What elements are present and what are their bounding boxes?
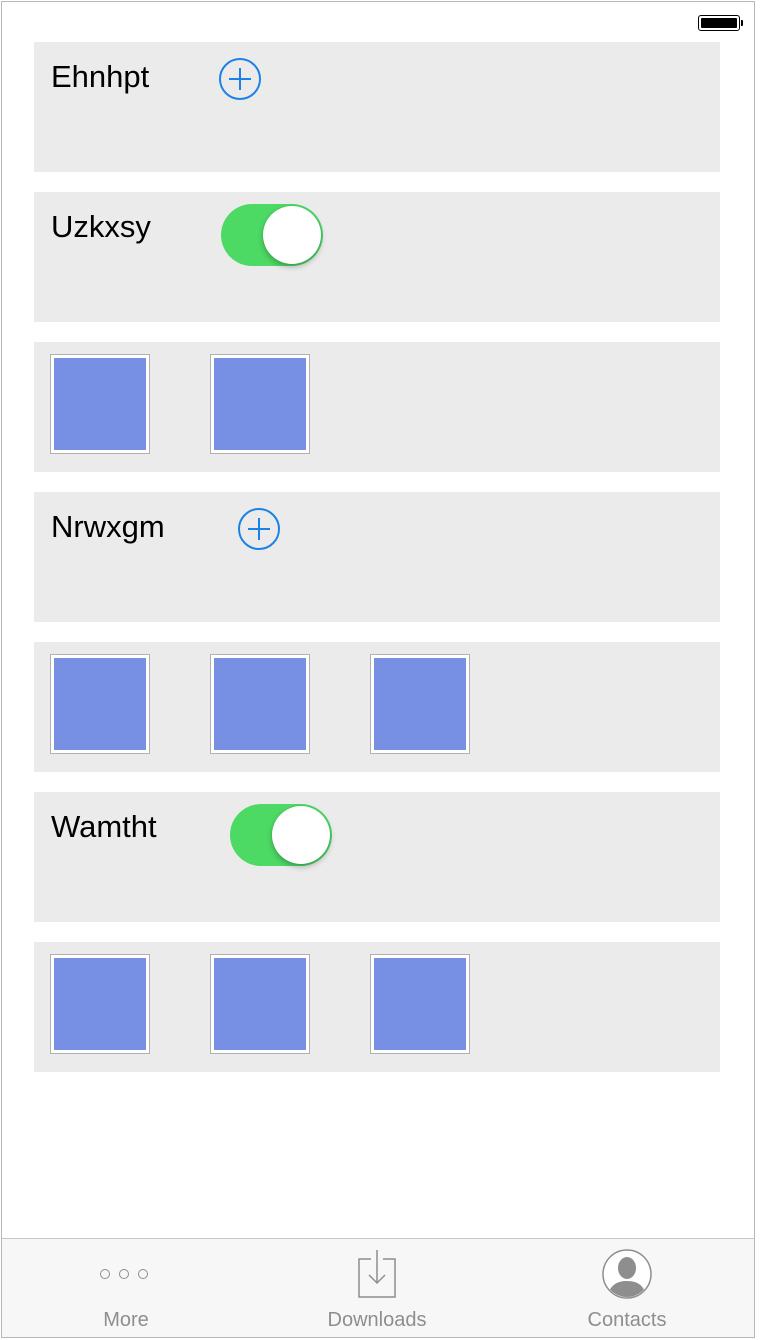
tab-bar: More Downloads Contacts <box>2 1238 754 1337</box>
row-uzkxsy: Uzkxsy <box>34 192 720 322</box>
thumbnail-image[interactable] <box>370 654 470 754</box>
tab-contacts[interactable]: Contacts <box>527 1239 727 1337</box>
row-label: Wamtht <box>51 809 157 844</box>
row-thumbnails <box>34 942 720 1072</box>
thumbnail-image[interactable] <box>210 354 310 454</box>
contact-icon <box>602 1249 652 1299</box>
app-screen: Ehnhpt Uzkxsy Nrwxgm Wamtht More Downloa… <box>1 1 755 1338</box>
thumbnail-image[interactable] <box>50 654 150 754</box>
add-circle-icon[interactable] <box>238 508 280 550</box>
row-thumbnails <box>34 642 720 772</box>
row-label: Uzkxsy <box>51 209 151 244</box>
add-circle-icon[interactable] <box>219 58 261 100</box>
more-icon <box>98 1267 154 1281</box>
tab-more[interactable]: More <box>26 1239 226 1337</box>
toggle-knob <box>263 206 321 264</box>
row-ehnhpt: Ehnhpt <box>34 42 720 172</box>
tab-label: More <box>103 1309 149 1331</box>
toggle-switch[interactable] <box>230 804 332 866</box>
thumbnail-image[interactable] <box>210 954 310 1054</box>
thumbnail-image[interactable] <box>370 954 470 1054</box>
battery-icon <box>698 15 743 31</box>
tab-label: Contacts <box>587 1309 667 1331</box>
toggle-switch[interactable] <box>221 204 323 266</box>
thumbnail-image[interactable] <box>210 654 310 754</box>
toggle-knob <box>272 806 330 864</box>
tab-downloads[interactable]: Downloads <box>277 1239 477 1337</box>
tab-label: Downloads <box>327 1309 427 1331</box>
row-label: Ehnhpt <box>51 59 150 94</box>
row-wamtht: Wamtht <box>34 792 720 922</box>
download-icon <box>358 1250 396 1298</box>
row-thumbnails <box>34 342 720 472</box>
thumbnail-image[interactable] <box>50 954 150 1054</box>
status-bar <box>2 2 754 42</box>
thumbnail-image[interactable] <box>50 354 150 454</box>
row-nrwxgm: Nrwxgm <box>34 492 720 622</box>
row-label: Nrwxgm <box>51 509 165 544</box>
